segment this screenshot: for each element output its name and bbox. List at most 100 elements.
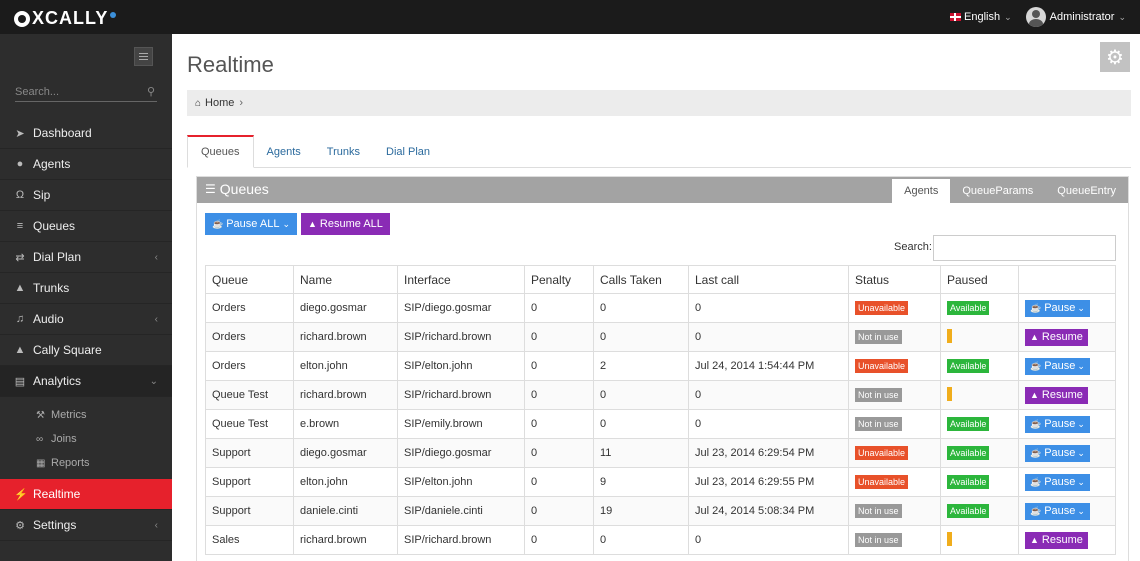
cell-interface: SIP/elton.john <box>397 351 525 381</box>
cell-interface: SIP/emily.brown <box>397 409 525 439</box>
search-icon[interactable]: ⚲ <box>147 85 155 98</box>
cell-name: elton.john <box>293 351 398 381</box>
tab-dial-plan[interactable]: Dial Plan <box>373 135 443 168</box>
sidebar-item-sip[interactable]: Ω Sip <box>0 180 172 211</box>
list-icon: ≡ <box>16 220 24 232</box>
cell-actions: ▲ Resume <box>1018 380 1116 410</box>
search-input[interactable] <box>15 86 135 98</box>
sidebar-toggle-button[interactable] <box>134 47 153 66</box>
paused-badge: Available <box>947 417 990 431</box>
resume-button[interactable]: ▲ Resume <box>1025 328 1088 346</box>
sidebar-item-realtime[interactable]: ⚡ Realtime <box>0 479 172 510</box>
pause-button[interactable]: ☕ Pause ⌄ <box>1025 357 1090 375</box>
status-badge: Not in use <box>855 504 902 518</box>
panel-tab-queueentry[interactable]: QueueEntry <box>1045 179 1128 203</box>
pause-button[interactable]: ☕ Pause ⌄ <box>1025 299 1090 317</box>
status-badge: Not in use <box>855 417 902 431</box>
table-row: Support elton.john SIP/elton.john 0 9 Jul 23,… <box>205 467 1116 497</box>
resume-button[interactable]: ▲ Resume <box>1025 386 1088 404</box>
status-badge: Unavailable <box>855 359 909 373</box>
sidebar-item-settings[interactable]: ⚙ Settings ‹ <box>0 510 172 541</box>
cell-actions: ▲ Resume <box>1018 525 1116 555</box>
resume-all-button[interactable]: ▲ Resume ALL <box>300 213 390 235</box>
column-header-interface[interactable]: Interface <box>397 265 525 294</box>
coffee-icon: ☕ <box>1030 418 1042 429</box>
action-label: Resume <box>1041 534 1083 546</box>
pause-all-button[interactable]: ☕ Pause ALL ⌄ <box>205 213 297 235</box>
chevron-down-icon: ⌄ <box>149 375 158 387</box>
column-header-queue[interactable]: Queue <box>205 265 294 294</box>
sidebar-item-dial-plan[interactable]: ⇄ Dial Plan ‹ <box>0 242 172 273</box>
bar-chart-icon: ▤ <box>14 375 26 388</box>
column-header-paused[interactable]: Paused <box>940 265 1019 294</box>
column-header-calls-taken[interactable]: Calls Taken <box>593 265 689 294</box>
cell-queue: Orders <box>205 293 294 323</box>
analytics-submenu: ⚒ Metrics ∞ Joins ▦ Reports <box>0 397 172 479</box>
resume-button[interactable]: ▲ Resume <box>1025 531 1088 549</box>
panel-tabs: Agents QueueParams QueueEntry <box>892 179 1128 203</box>
cell-status: Not in use <box>848 525 941 555</box>
cell-status: Not in use <box>848 496 941 526</box>
user-menu[interactable]: Administrator ⌄ <box>1025 7 1126 27</box>
paused-badge: Available <box>947 446 990 460</box>
sidebar-item-label: Joins <box>51 433 77 445</box>
pause-button[interactable]: ☕ Pause ⌄ <box>1025 444 1090 462</box>
action-label: Resume <box>1041 331 1083 343</box>
logo-dot-icon <box>110 11 117 18</box>
cell-last-call: Jul 23, 2014 6:29:54 PM <box>688 438 849 468</box>
column-header-actions <box>1018 265 1116 294</box>
column-header-status[interactable]: Status <box>848 265 941 294</box>
breadcrumb: ⌂ Home › <box>187 90 1131 116</box>
cell-calls-taken: 0 <box>593 293 689 323</box>
sidebar-item-metrics[interactable]: ⚒ Metrics <box>0 403 172 427</box>
language-selector[interactable]: English ⌄ <box>950 11 1012 23</box>
cell-last-call: Jul 24, 2014 1:54:44 PM <box>688 351 849 381</box>
cell-actions: ▲ Resume <box>1018 322 1116 352</box>
bell-icon: ▲ <box>1030 390 1039 400</box>
sidebar-item-reports[interactable]: ▦ Reports <box>0 451 172 475</box>
pause-button[interactable]: ☕ Pause ⌄ <box>1025 415 1090 433</box>
cell-penalty: 0 <box>524 525 594 555</box>
sidebar-item-dashboard[interactable]: ➤ Dashboard <box>0 118 172 149</box>
sidebar-item-queues[interactable]: ≡ Queues <box>0 211 172 242</box>
cell-calls-taken: 19 <box>593 496 689 526</box>
home-icon: ⌂ <box>195 97 202 109</box>
chevron-left-icon: ‹ <box>154 519 158 531</box>
settings-gear-button[interactable]: ⚙ <box>1100 42 1130 72</box>
sidebar-item-label: Trunks <box>33 281 70 295</box>
column-header-penalty[interactable]: Penalty <box>524 265 594 294</box>
table-search-input[interactable] <box>933 235 1116 261</box>
cell-calls-taken: 0 <box>593 409 689 439</box>
cell-status: Unavailable <box>848 293 941 323</box>
pause-all-label: Pause ALL <box>226 218 280 230</box>
cell-paused <box>940 525 1019 555</box>
page-title: Realtime <box>187 52 274 77</box>
shuffle-icon: ⇄ <box>15 251 25 264</box>
bulk-actions: ☕ Pause ALL ⌄ ▲ Resume ALL <box>205 213 390 235</box>
queue-members-table: Queue Name Interface Penalty Calls Taken… <box>205 265 1116 555</box>
cell-interface: SIP/richard.brown <box>397 525 525 555</box>
sidebar-item-trunks[interactable]: ▲ Trunks <box>0 273 172 304</box>
pause-button[interactable]: ☕ Pause ⌄ <box>1025 473 1090 491</box>
column-header-last-call[interactable]: Last call <box>688 265 849 294</box>
column-header-name[interactable]: Name <box>293 265 398 294</box>
sidebar-item-analytics[interactable]: ▤ Analytics ⌄ <box>0 366 172 397</box>
sidebar-item-agents[interactable]: ● Agents <box>0 149 172 180</box>
sitemap-icon: ▲ <box>14 344 26 356</box>
cell-name: daniele.cinti <box>293 496 398 526</box>
tab-trunks[interactable]: Trunks <box>314 135 373 168</box>
cell-penalty: 0 <box>524 380 594 410</box>
tab-queues[interactable]: Queues <box>187 135 254 168</box>
app-logo[interactable]: XCALLY <box>14 8 117 29</box>
pause-button[interactable]: ☕ Pause ⌄ <box>1025 502 1090 520</box>
sidebar-item-audio[interactable]: ♫ Audio ‹ <box>0 304 172 335</box>
table-row: Support daniele.cinti SIP/daniele.cinti 0 19… <box>205 496 1116 526</box>
panel-tab-queueparams[interactable]: QueueParams <box>950 179 1045 203</box>
sidebar-item-cally-square[interactable]: ▲ Cally Square <box>0 335 172 366</box>
tab-agents[interactable]: Agents <box>254 135 314 168</box>
music-icon: ♫ <box>15 313 25 325</box>
panel-tab-agents[interactable]: Agents <box>892 179 951 203</box>
sidebar-item-label: Metrics <box>51 409 87 421</box>
sidebar-item-joins[interactable]: ∞ Joins <box>0 427 172 451</box>
breadcrumb-home-link[interactable]: Home <box>205 97 234 109</box>
